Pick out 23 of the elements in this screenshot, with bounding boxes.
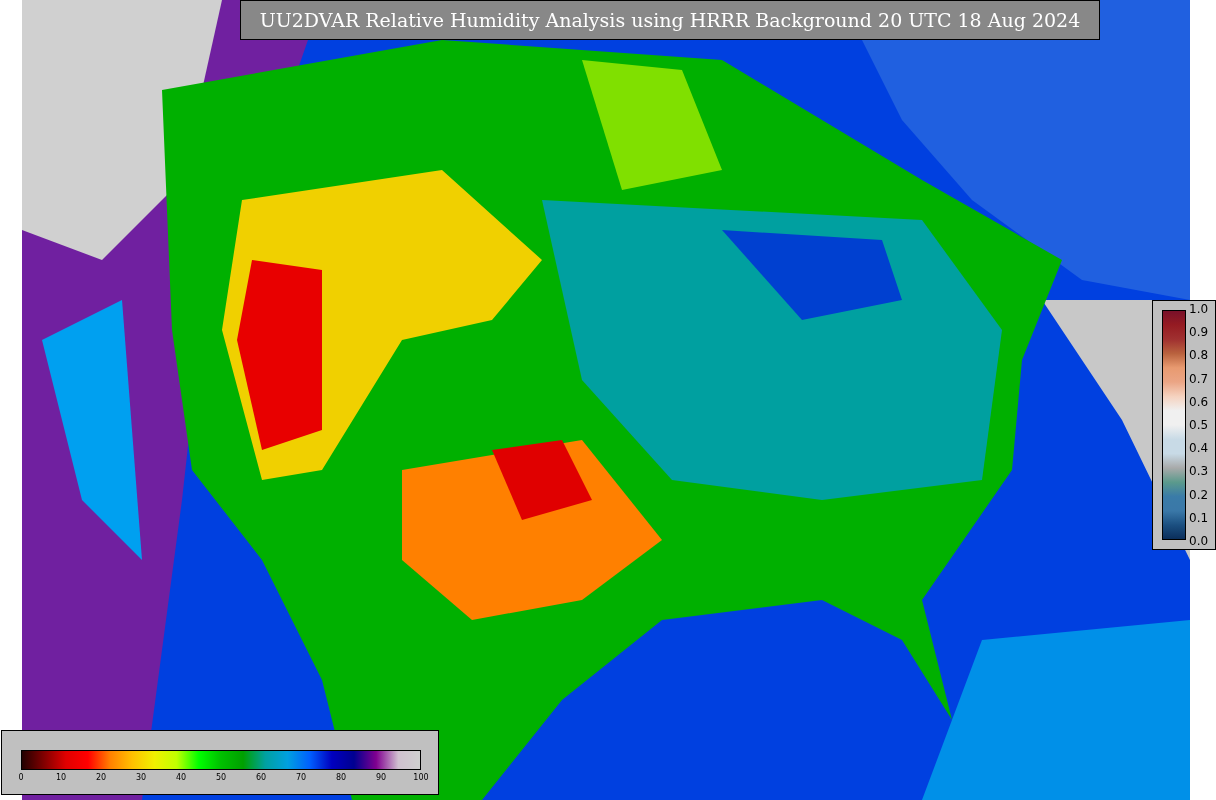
tick-label: 0.7 [1189, 371, 1209, 386]
tick-label: 10 [54, 773, 68, 782]
tick-label: 100 [412, 773, 430, 782]
tick-label: 90 [374, 773, 388, 782]
tick-label: 80 [334, 773, 348, 782]
tick-label: 20 [94, 773, 108, 782]
tick-label: 1.0 [1189, 302, 1209, 316]
tick-label: 40 [174, 773, 188, 782]
tick-label: 0 [17, 773, 25, 782]
tick-label: 0.1 [1189, 510, 1209, 525]
tick-label: 0.9 [1189, 325, 1209, 340]
tick-label: 0.8 [1189, 348, 1209, 363]
tick-label: 0.4 [1189, 441, 1209, 456]
tick-label: 0.2 [1189, 487, 1209, 502]
tick-label: 30 [134, 773, 148, 782]
tick-label: 50 [214, 773, 228, 782]
tick-label: 0.3 [1189, 464, 1209, 479]
tick-label: 60 [254, 773, 268, 782]
tick-label: 0.5 [1189, 417, 1209, 432]
tick-label: 70 [294, 773, 308, 782]
tick-label: 0.0 [1189, 533, 1209, 548]
map-title: UU2DVAR Relative Humidity Analysis using HRRR Background 20 UTC 18 Aug 2024 [240, 0, 1100, 40]
tick-label: 0.6 [1189, 394, 1209, 409]
